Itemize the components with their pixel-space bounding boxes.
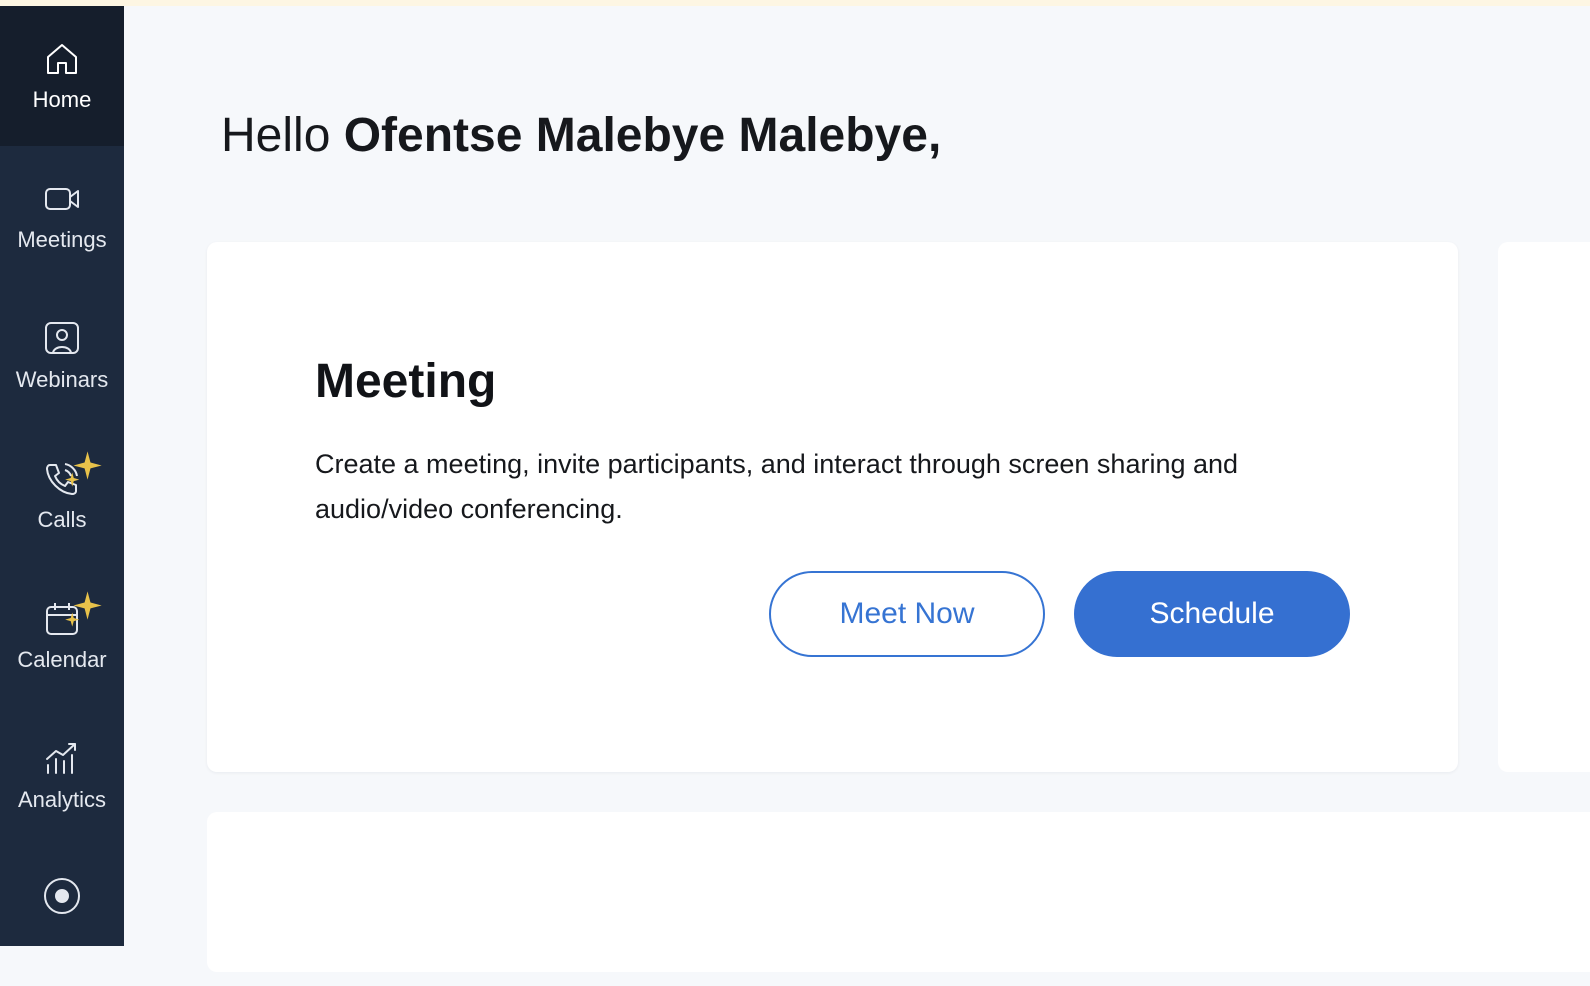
home-icon — [42, 39, 82, 79]
sidebar-item-record[interactable] — [0, 846, 124, 986]
sidebar-item-meetings[interactable]: Meetings — [0, 146, 124, 286]
record-icon — [42, 876, 82, 916]
schedule-button[interactable]: Schedule — [1074, 571, 1350, 657]
sidebar-item-calls[interactable]: Calls — [0, 426, 124, 566]
sidebar: Home Meetings Webinars Calls Calendar An… — [0, 6, 124, 946]
bottom-card — [207, 812, 1590, 972]
sidebar-item-calendar[interactable]: Calendar — [0, 566, 124, 706]
sidebar-item-label: Meetings — [17, 227, 107, 252]
meeting-card: Meeting Create a meeting, invite partici… — [207, 242, 1458, 772]
user-name: Ofentse Malebye Malebye, — [343, 109, 942, 162]
webinar-icon — [42, 319, 82, 359]
phone-icon — [42, 451, 102, 499]
sidebar-item-label: Calendar — [17, 647, 107, 672]
greeting-prefix: Hello — [221, 109, 344, 162]
sparkle-icon — [65, 451, 102, 487]
video-camera-icon — [42, 179, 82, 219]
sidebar-item-label: Home — [32, 87, 92, 112]
sparkle-icon — [65, 591, 102, 627]
sidebar-item-home[interactable]: Home — [0, 6, 124, 146]
top-banner-strip — [0, 0, 1590, 6]
card-title: Meeting — [315, 355, 497, 408]
sidebar-item-label: Webinars — [15, 367, 109, 392]
analytics-icon — [42, 739, 82, 779]
calendar-icon — [42, 591, 102, 639]
card-description: Create a meeting, invite participants, a… — [315, 449, 1239, 524]
meet-now-button[interactable]: Meet Now — [769, 571, 1045, 657]
sidebar-item-analytics[interactable]: Analytics — [0, 706, 124, 846]
sidebar-item-label: Calls — [37, 507, 87, 532]
greeting-heading: Hello Ofentse Malebye Malebye, — [221, 106, 941, 166]
sidebar-item-webinars[interactable]: Webinars — [0, 286, 124, 426]
secondary-card — [1498, 242, 1590, 772]
sidebar-item-label: Analytics — [17, 787, 107, 812]
